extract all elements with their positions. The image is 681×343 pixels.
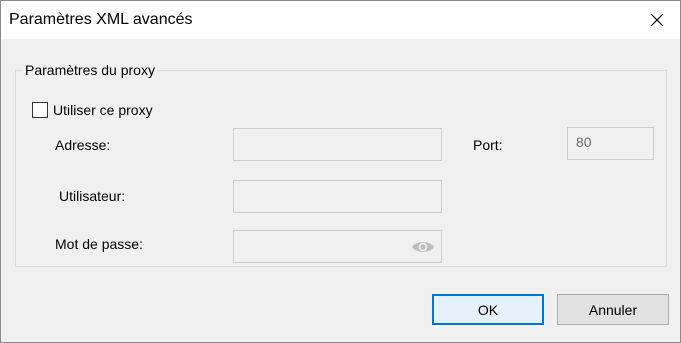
port-label: Port: xyxy=(473,137,503,153)
advanced-xml-settings-dialog: Paramètres XML avancés Paramètres du pro… xyxy=(0,0,681,343)
use-proxy-checkbox-row[interactable]: Utiliser ce proxy xyxy=(32,102,153,118)
dialog-title: Paramètres XML avancés xyxy=(9,11,193,28)
address-label: Adresse: xyxy=(55,137,111,153)
port-input[interactable]: 80 xyxy=(567,127,654,160)
use-proxy-checkbox[interactable] xyxy=(32,102,48,118)
close-icon xyxy=(650,13,664,27)
password-input[interactable] xyxy=(233,230,442,263)
cancel-button[interactable]: Annuler xyxy=(557,294,669,325)
user-input[interactable] xyxy=(233,180,442,213)
close-button[interactable] xyxy=(634,1,680,39)
show-password-toggle[interactable] xyxy=(411,239,435,260)
proxy-group-legend: Paramètres du proxy xyxy=(23,62,157,78)
ok-button[interactable]: OK xyxy=(432,294,544,325)
use-proxy-label: Utiliser ce proxy xyxy=(53,102,153,118)
port-value: 80 xyxy=(576,134,592,150)
password-label: Mot de passe: xyxy=(55,236,143,252)
title-bar: Paramètres XML avancés xyxy=(1,1,680,39)
address-input[interactable] xyxy=(233,128,442,161)
eye-icon xyxy=(412,242,434,252)
user-label: Utilisateur: xyxy=(59,188,126,204)
